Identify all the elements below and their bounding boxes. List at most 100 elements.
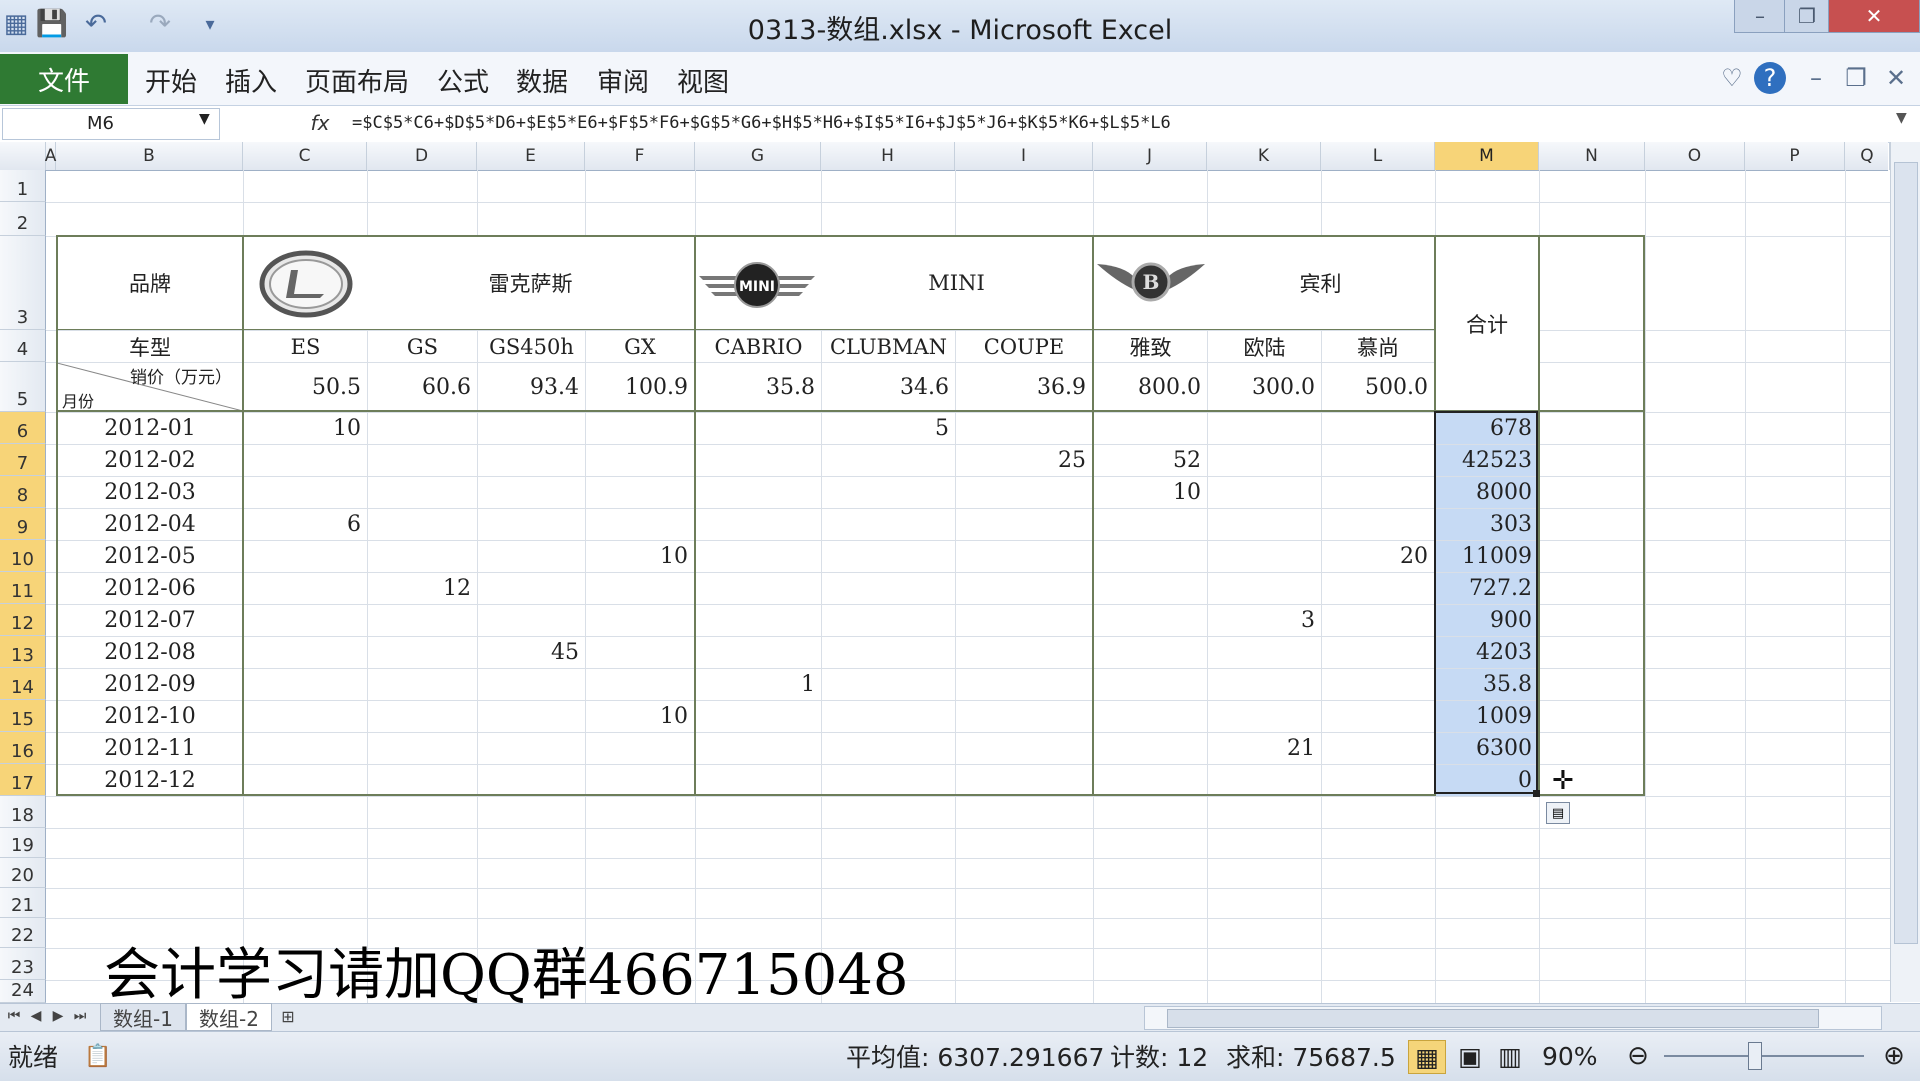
sales-cell[interactable] bbox=[586, 637, 694, 668]
row-header[interactable]: 20 bbox=[0, 858, 46, 888]
model-cell[interactable]: GS450h bbox=[478, 331, 585, 362]
price-cell[interactable]: 800.0 bbox=[1094, 363, 1207, 411]
sales-cell[interactable] bbox=[244, 477, 367, 508]
sales-cell[interactable] bbox=[956, 669, 1092, 700]
price-cell[interactable]: 300.0 bbox=[1208, 363, 1321, 411]
sales-cell[interactable] bbox=[956, 509, 1092, 540]
row-header[interactable]: 1 bbox=[0, 170, 46, 202]
sales-cell[interactable] bbox=[478, 445, 585, 476]
price-cell[interactable]: 34.6 bbox=[822, 363, 955, 411]
sales-cell[interactable] bbox=[822, 605, 955, 636]
sales-cell[interactable] bbox=[368, 477, 477, 508]
column-header-p[interactable]: P bbox=[1745, 142, 1845, 170]
sales-cell[interactable] bbox=[956, 701, 1092, 732]
row-header[interactable]: 10 bbox=[0, 540, 46, 572]
formula-input[interactable]: =$C$5*C6+$D$5*D6+$E$5*E6+$F$5*F6+$G$5*G6… bbox=[352, 108, 1892, 138]
last-sheet-icon[interactable]: ⏭ bbox=[70, 1003, 90, 1029]
auto-fill-options-icon[interactable]: ▤ bbox=[1546, 802, 1570, 824]
horizontal-scroll-thumb[interactable] bbox=[1167, 1009, 1819, 1028]
month-cell[interactable]: 2012-01 bbox=[58, 413, 242, 444]
sales-cell[interactable] bbox=[822, 733, 955, 764]
price-cell[interactable]: 500.0 bbox=[1322, 363, 1434, 411]
column-header-m[interactable]: M bbox=[1435, 142, 1539, 170]
sales-cell[interactable] bbox=[586, 509, 694, 540]
month-cell[interactable]: 2012-04 bbox=[58, 509, 242, 540]
month-cell[interactable]: 2012-10 bbox=[58, 701, 242, 732]
column-header-n[interactable]: N bbox=[1539, 142, 1645, 170]
sales-cell[interactable] bbox=[586, 445, 694, 476]
row-header[interactable]: 3 bbox=[0, 236, 46, 330]
sales-cell[interactable] bbox=[1208, 637, 1321, 668]
price-cell[interactable]: 100.9 bbox=[586, 363, 694, 411]
sales-cell[interactable] bbox=[696, 573, 821, 604]
sales-cell[interactable] bbox=[956, 573, 1092, 604]
ribbon-collapse-icon[interactable]: ♡ bbox=[1714, 60, 1750, 96]
column-header-q[interactable]: Q bbox=[1845, 142, 1890, 170]
column-header-c[interactable]: C bbox=[243, 142, 367, 170]
sales-cell[interactable] bbox=[1322, 477, 1434, 508]
model-cell[interactable]: GX bbox=[586, 331, 694, 362]
zoom-in-icon[interactable]: ⊕ bbox=[1876, 1040, 1912, 1072]
sales-cell[interactable] bbox=[956, 605, 1092, 636]
column-header-g[interactable]: G bbox=[695, 142, 821, 170]
sales-cell[interactable] bbox=[1322, 765, 1434, 796]
tab-home[interactable]: 开始 bbox=[145, 60, 197, 100]
sales-cell[interactable] bbox=[696, 413, 821, 444]
sales-cell[interactable] bbox=[822, 477, 955, 508]
sales-cell[interactable] bbox=[368, 733, 477, 764]
sales-cell[interactable] bbox=[368, 669, 477, 700]
row-header[interactable]: 4 bbox=[0, 330, 46, 362]
sales-cell[interactable] bbox=[478, 669, 585, 700]
price-cell[interactable]: 60.6 bbox=[368, 363, 477, 411]
sales-cell[interactable] bbox=[696, 765, 821, 796]
price-cell[interactable]: 36.9 bbox=[956, 363, 1092, 411]
sales-cell[interactable] bbox=[822, 669, 955, 700]
column-header-k[interactable]: K bbox=[1207, 142, 1321, 170]
sales-cell[interactable] bbox=[1208, 445, 1321, 476]
sales-cell[interactable]: 6 bbox=[244, 509, 367, 540]
sales-cell[interactable] bbox=[1094, 573, 1207, 604]
sales-cell[interactable] bbox=[478, 477, 585, 508]
sales-cell[interactable]: 10 bbox=[1094, 477, 1207, 508]
sales-cell[interactable] bbox=[696, 477, 821, 508]
sales-cell[interactable]: 21 bbox=[1208, 733, 1321, 764]
model-cell[interactable]: CABRIO bbox=[696, 331, 821, 362]
sales-cell[interactable] bbox=[822, 637, 955, 668]
row-header[interactable]: 18 bbox=[0, 796, 46, 828]
row-header[interactable]: 23 bbox=[0, 948, 46, 980]
tab-page-layout[interactable]: 页面布局 bbox=[305, 60, 409, 100]
sales-cell[interactable] bbox=[696, 509, 821, 540]
sales-cell[interactable] bbox=[1322, 573, 1434, 604]
model-cell[interactable]: ES bbox=[244, 331, 367, 362]
sales-cell[interactable] bbox=[696, 541, 821, 572]
month-cell[interactable]: 2012-06 bbox=[58, 573, 242, 604]
tab-review[interactable]: 审阅 bbox=[597, 60, 649, 100]
model-cell[interactable]: CLUBMAN bbox=[822, 331, 955, 362]
sales-cell[interactable] bbox=[1208, 765, 1321, 796]
row-header[interactable]: 6 bbox=[0, 412, 46, 444]
sheet-tab-2[interactable]: 数组-2 bbox=[186, 1003, 272, 1031]
sales-cell[interactable]: 12 bbox=[368, 573, 477, 604]
page-break-view-icon[interactable]: ▥ bbox=[1492, 1040, 1528, 1072]
sales-cell[interactable] bbox=[1094, 733, 1207, 764]
sales-cell[interactable] bbox=[1322, 701, 1434, 732]
sales-cell[interactable] bbox=[696, 701, 821, 732]
close-button[interactable]: ✕ bbox=[1828, 0, 1920, 33]
vertical-scroll-thumb[interactable] bbox=[1894, 162, 1918, 944]
sales-cell[interactable] bbox=[368, 509, 477, 540]
sales-cell[interactable] bbox=[1322, 509, 1434, 540]
row-header[interactable]: 19 bbox=[0, 828, 46, 858]
sales-cell[interactable] bbox=[478, 733, 585, 764]
sales-cell[interactable] bbox=[478, 413, 585, 444]
row-header[interactable]: 5 bbox=[0, 362, 46, 412]
sales-cell[interactable]: 10 bbox=[586, 541, 694, 572]
sales-cell[interactable] bbox=[1322, 637, 1434, 668]
month-cell[interactable]: 2012-03 bbox=[58, 477, 242, 508]
sales-cell[interactable] bbox=[244, 541, 367, 572]
sales-cell[interactable] bbox=[244, 765, 367, 796]
month-cell[interactable]: 2012-11 bbox=[58, 733, 242, 764]
column-header-i[interactable]: I bbox=[955, 142, 1093, 170]
sales-cell[interactable] bbox=[822, 541, 955, 572]
sales-cell[interactable]: 45 bbox=[478, 637, 585, 668]
sales-cell[interactable] bbox=[956, 733, 1092, 764]
